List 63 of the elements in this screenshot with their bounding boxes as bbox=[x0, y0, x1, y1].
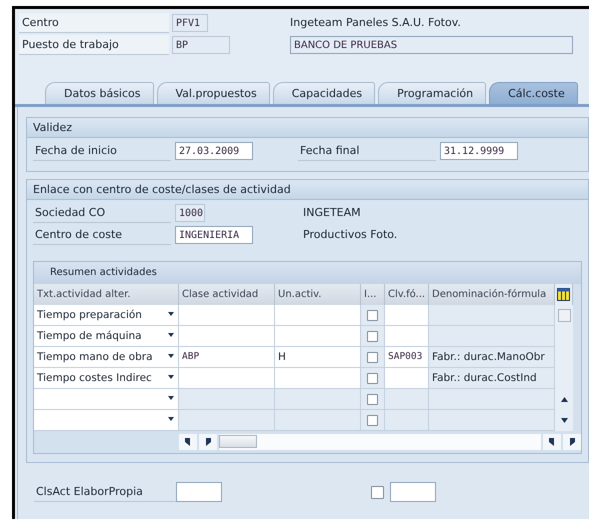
date-field[interactable]: 31.12.9999 bbox=[440, 142, 518, 160]
scroll-right-icon[interactable] bbox=[569, 438, 576, 446]
table-cell: Fabr.: durac.CostInd bbox=[429, 368, 555, 389]
field-label: Fecha de inicio bbox=[33, 141, 171, 161]
column-header[interactable]: Clase actividad bbox=[179, 284, 275, 305]
table-cell: Fabr.: durac.ManoObr bbox=[429, 347, 555, 368]
description-field: BANCO DE PRUEBAS bbox=[290, 36, 573, 54]
column-header[interactable]: Clv.fó... bbox=[385, 284, 429, 305]
table-cell: SAP003 bbox=[385, 347, 429, 368]
scroll-left-icon[interactable] bbox=[184, 438, 191, 446]
description-text: INGETEAM bbox=[303, 205, 361, 221]
checkbox[interactable] bbox=[367, 352, 378, 362]
checkbox[interactable] bbox=[367, 310, 378, 320]
scrollbar-thumb[interactable] bbox=[218, 435, 257, 448]
column-header[interactable]: Txt.actividad alter. bbox=[34, 284, 179, 305]
field-label: Fecha final bbox=[298, 141, 436, 161]
field-label: Sociedad CO bbox=[33, 203, 171, 223]
tab[interactable]: Cálc.coste bbox=[489, 82, 578, 104]
checkbox[interactable] bbox=[367, 372, 378, 384]
description-text: Productivos Foto. bbox=[303, 227, 398, 243]
tab[interactable]: Capacidades bbox=[272, 82, 376, 104]
settings-icon[interactable] bbox=[555, 284, 573, 305]
dropdown-field[interactable]: Tiempo preparación bbox=[34, 305, 179, 326]
checkbox[interactable] bbox=[371, 486, 384, 498]
date-field[interactable]: 27.03.2009 bbox=[175, 142, 253, 160]
input-field[interactable] bbox=[176, 482, 222, 502]
field-label: Centro de coste bbox=[33, 225, 171, 245]
column-header[interactable]: Denominación-fórmula bbox=[429, 284, 555, 305]
dropdown-icon[interactable] bbox=[168, 396, 174, 400]
column-header[interactable]: Un.activ. bbox=[275, 284, 361, 305]
field-label: Puesto de trabajo bbox=[19, 35, 169, 55]
table-cell: H bbox=[275, 347, 361, 368]
description-text: Ingeteam Paneles S.A.U. Fotov. bbox=[290, 15, 461, 31]
value-field[interactable]: 1000 bbox=[175, 204, 205, 222]
input-field[interactable] bbox=[390, 482, 436, 502]
table-title: Resumen actividades bbox=[34, 262, 581, 284]
dropdown-icon[interactable] bbox=[168, 417, 174, 421]
dropdown-field[interactable] bbox=[34, 389, 179, 410]
dropdown-field[interactable] bbox=[34, 410, 179, 431]
value-field[interactable]: BP bbox=[172, 36, 230, 54]
field-label: Centro bbox=[19, 13, 169, 33]
dropdown-field[interactable]: Tiempo mano de obra bbox=[34, 347, 179, 368]
tab[interactable]: Programación bbox=[378, 82, 486, 104]
scroll-down-icon[interactable] bbox=[560, 418, 568, 423]
scroll-up-icon[interactable] bbox=[560, 397, 568, 402]
dropdown-icon[interactable] bbox=[168, 354, 174, 358]
checkbox[interactable] bbox=[367, 414, 378, 426]
scroll-left-icon[interactable] bbox=[549, 438, 556, 446]
dropdown-field[interactable]: Tiempo costes Indirec bbox=[34, 368, 179, 389]
checkbox[interactable] bbox=[367, 394, 378, 404]
dropdown-icon[interactable] bbox=[168, 333, 174, 337]
column-header[interactable]: I... bbox=[361, 284, 385, 305]
dropdown-icon[interactable] bbox=[168, 375, 174, 379]
scroll-right-icon[interactable] bbox=[204, 438, 211, 446]
dropdown-field[interactable]: Tiempo de máquina bbox=[34, 326, 179, 347]
scrollbar-thumb[interactable] bbox=[558, 309, 570, 322]
checkbox[interactable] bbox=[367, 330, 378, 342]
value-field[interactable]: INGENIERIA bbox=[175, 226, 253, 244]
tab[interactable]: Val.propuestos bbox=[156, 82, 270, 104]
table-cell: ABP bbox=[179, 347, 275, 368]
tab[interactable]: Datos básicos bbox=[45, 82, 154, 104]
dropdown-icon[interactable] bbox=[168, 312, 174, 316]
value-field[interactable]: PFV1 bbox=[172, 14, 208, 32]
